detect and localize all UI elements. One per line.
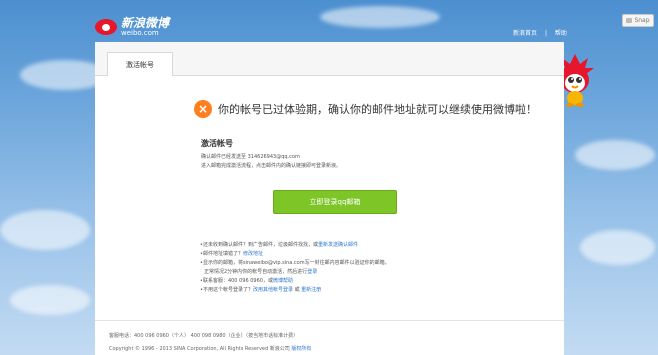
tip-text: •联系客服：400 096 0960，或 (200, 278, 273, 284)
cloud-decoration (580, 230, 655, 265)
other-account-login-link[interactable]: 改用其他帐号登录 (253, 287, 293, 293)
top-nav: 新浪首页 | 帮助 (510, 28, 570, 37)
tip-text: •不用这个帐号登录了？ (200, 287, 253, 293)
camera-icon (626, 18, 633, 23)
cloud-decoration (575, 140, 655, 170)
logo-domain: weibo.com (121, 29, 159, 37)
tip-wrong-address: •邮件地址填错了？修改地址 (200, 250, 390, 259)
tip-or-text: 或 (294, 287, 300, 293)
tip-contact-service: •联系客服：400 096 0960，或微博帮助 (200, 277, 390, 286)
tip-other-account: •不用这个帐号登录了？改用其他帐号登录 或 重新注册 (200, 286, 390, 295)
instruction-text: 进入邮箱完成激活流程，点击邮件内的确认链接即可登录新浪。 (201, 163, 342, 169)
copyright-link[interactable]: 版权所有 (291, 346, 311, 352)
tip-verify-mail: •显示你的邮箱，将sinaweibo@vip.sina.com写一封往邮内容邮件… (200, 259, 390, 268)
tab-bar: 激活帐号 (95, 42, 564, 76)
tip-text: •显示你的邮箱，将sinaweibo@vip.sina.com写一封往邮内容邮件… (200, 260, 390, 266)
snap-button[interactable]: Snap (622, 14, 654, 27)
main-panel: 激活帐号 × 你的帐号已过体验期，确认你的邮件地址就可以继续使用微博啦！ 激活帐… (95, 42, 564, 355)
login-qq-mail-button[interactable]: 立即登录qq邮箱 (273, 190, 397, 214)
re-register-link[interactable]: 重新注册 (301, 287, 321, 293)
footer-copyright: Copyright © 1996 - 2013 SINA Corporation… (109, 345, 311, 352)
tip-not-received: •还未收到确认邮件？到广告邮件，垃圾邮件找找，或重新发送确认邮件 (200, 241, 390, 250)
weibo-eye-icon (95, 19, 117, 35)
snap-label: Snap (634, 17, 650, 24)
copyright-text: Copyright © 1996 - 2013 SINA Corporation… (109, 346, 290, 352)
sent-to-text: 确认邮件已经发送至 314626943@qq.com (201, 154, 300, 160)
cloud-decoration (320, 6, 440, 28)
resend-email-link[interactable]: 重新发送确认邮件 (318, 242, 358, 248)
cloud-decoration (10, 285, 90, 315)
weibo-logo[interactable]: 新浪微博 weibo.com (95, 17, 169, 37)
help-tips: •还未收到确认邮件？到广告邮件，垃圾邮件找找，或重新发送确认邮件 •邮件地址填错… (200, 241, 390, 295)
weibo-help-link[interactable]: 微博帮助 (273, 278, 293, 284)
nav-sina-home[interactable]: 新浪首页 (513, 30, 537, 37)
tip-text: •邮件地址填错了？ (200, 251, 243, 257)
tip-text: 正常情况2分钟内你的帐号自动激活，然后进行 (204, 269, 308, 275)
change-address-link[interactable]: 修改地址 (243, 251, 263, 257)
nav-divider: | (544, 30, 547, 37)
logo-chinese: 新浪微博 (121, 16, 170, 30)
notice-text: 你的帐号已过体验期，确认你的邮件地址就可以继续使用微博啦！ (218, 103, 537, 116)
login-link[interactable]: 登录 (307, 269, 317, 275)
section-title: 激活帐号 (201, 139, 233, 148)
nav-help[interactable]: 帮助 (555, 30, 567, 37)
footer-hotline: 客服电话：400 096 0960（个人） 400 098 0980（企业）（按… (109, 333, 299, 339)
cloud-decoration (0, 210, 90, 250)
x-icon: × (194, 100, 212, 118)
tip-text: •还未收到确认邮件？到广告邮件，垃圾邮件找找，或 (200, 242, 318, 248)
footer: 客服电话：400 096 0960（个人） 400 098 0980（企业）（按… (95, 320, 564, 352)
expiry-notice: × 你的帐号已过体验期，确认你的邮件地址就可以继续使用微博啦！ (194, 100, 537, 118)
tip-verify-sub: 正常情况2分钟内你的帐号自动激活，然后进行登录 (200, 268, 390, 277)
tab-activate-account[interactable]: 激活帐号 (107, 52, 173, 76)
